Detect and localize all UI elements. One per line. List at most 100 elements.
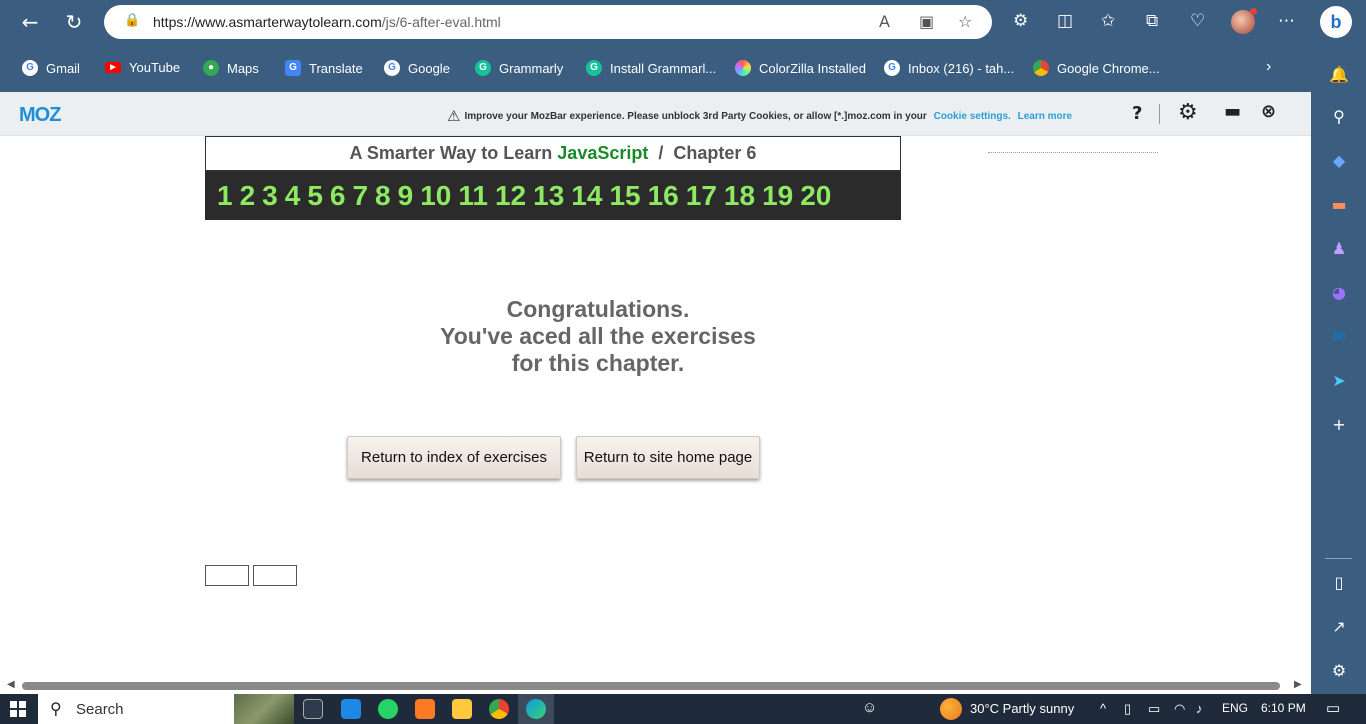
scroll-left-icon[interactable]: ◀ [7, 679, 15, 690]
bookmark-google[interactable]: G Google [384, 60, 450, 76]
whatsapp-icon[interactable] [378, 699, 398, 719]
exercise-link-13[interactable]: 13 [533, 180, 564, 212]
file-explorer-icon[interactable] [452, 699, 472, 719]
exercise-link-6[interactable]: 6 [330, 180, 346, 212]
google-icon: G [22, 60, 38, 76]
profile-avatar[interactable] [1231, 8, 1257, 34]
open-external-icon[interactable]: ↗ [1328, 616, 1350, 638]
weather-icon[interactable] [940, 698, 962, 720]
extensions-icon[interactable]: ⚙ [1013, 11, 1028, 31]
windows-start-icon[interactable] [10, 701, 26, 717]
performance-icon[interactable]: ♡ [1190, 11, 1205, 31]
clock[interactable]: 6:10 PM [1261, 701, 1306, 715]
warning-icon: ⚠ [447, 107, 461, 125]
tray-chevron-icon[interactable]: ^ [1100, 701, 1106, 716]
small-box-right[interactable] [253, 565, 297, 586]
notification-center-icon[interactable]: ▭ [1326, 699, 1340, 717]
split-screen-icon[interactable]: ◫ [1057, 11, 1073, 31]
exercise-link-9[interactable]: 9 [398, 180, 414, 212]
chrome-icon[interactable] [489, 699, 509, 719]
favorites-icon[interactable]: ✩ [1101, 11, 1115, 31]
cookie-settings-link[interactable]: Cookie settings. [934, 111, 1011, 122]
immersive-reader-icon[interactable]: ▣ [919, 12, 934, 31]
address-bar[interactable]: 🔒 https://www.asmarterwaytolearn.com/js/… [104, 5, 992, 39]
mozbar-divider [1159, 104, 1160, 124]
add-icon[interactable]: + [1328, 414, 1350, 436]
exercise-link-5[interactable]: 5 [307, 180, 323, 212]
tools-icon[interactable]: ▬ [1328, 194, 1350, 216]
exercise-link-14[interactable]: 14 [571, 180, 602, 212]
exercise-link-15[interactable]: 15 [609, 180, 640, 212]
xampp-icon[interactable] [415, 699, 435, 719]
task-view-icon[interactable] [303, 699, 323, 719]
read-aloud-icon[interactable]: A [879, 12, 890, 31]
bookmark-inbox[interactable]: G Inbox (216) - tah... [884, 60, 1014, 76]
exercise-link-7[interactable]: 7 [352, 180, 368, 212]
javascript-link[interactable]: JavaScript [557, 143, 648, 163]
scroll-right-icon[interactable]: ▶ [1294, 679, 1302, 690]
bookmark-translate[interactable]: G Translate [285, 60, 363, 76]
close-icon[interactable]: ⊗ [1261, 101, 1276, 122]
mozbar-settings-icon[interactable]: ⚙ [1178, 100, 1198, 125]
refresh-icon[interactable]: ↻ [60, 8, 88, 36]
return-index-button[interactable]: Return to index of exercises [347, 436, 561, 479]
notification-bell-icon[interactable]: 🔔 [1328, 64, 1350, 86]
more-menu-icon[interactable]: ⋯ [1278, 11, 1295, 31]
taskbar-search[interactable]: ⚲ Search [38, 694, 294, 724]
games-icon[interactable]: ♟ [1328, 238, 1350, 260]
office-icon[interactable]: ◕ [1328, 282, 1350, 304]
exercise-link-12[interactable]: 12 [495, 180, 526, 212]
exercise-link-3[interactable]: 3 [262, 180, 278, 212]
search-icon[interactable]: ⚲ [1328, 106, 1350, 128]
bookmark-maps[interactable]: ● Maps [203, 60, 259, 76]
moz-logo[interactable]: MOZ [19, 104, 61, 127]
collections-icon[interactable]: ⧉ [1146, 11, 1158, 31]
small-box-left[interactable] [205, 565, 249, 586]
scrollbar-thumb[interactable] [22, 682, 1280, 690]
people-icon[interactable]: ☺ [862, 699, 877, 716]
volume-icon[interactable]: ♪ [1196, 701, 1203, 716]
device-icon[interactable]: ▯ [1124, 701, 1131, 717]
exercise-link-17[interactable]: 17 [686, 180, 717, 212]
edge-active-tab[interactable] [518, 694, 554, 724]
exercise-link-18[interactable]: 18 [724, 180, 755, 212]
bookmark-install-grammarly[interactable]: G Install Grammarl... [586, 60, 716, 76]
favorite-star-icon[interactable]: ☆ [958, 12, 972, 31]
lock-icon[interactable]: 🔒 [124, 13, 140, 28]
exercise-link-8[interactable]: 8 [375, 180, 391, 212]
grammarly-icon: G [475, 60, 491, 76]
weather-text[interactable]: 30°C Partly sunny [970, 701, 1074, 716]
horizontal-scrollbar[interactable]: ◀ ▶ [0, 678, 1311, 694]
bookmark-youtube[interactable]: ▶ YouTube [105, 60, 180, 75]
outlook-icon[interactable]: ✉ [1328, 326, 1350, 348]
learn-more-link[interactable]: Learn more [1018, 111, 1072, 122]
exercise-link-4[interactable]: 4 [285, 180, 301, 212]
help-icon[interactable]: ? [1132, 103, 1142, 124]
mail-icon[interactable] [341, 699, 361, 719]
bookmark-colorzilla[interactable]: ColorZilla Installed [735, 60, 866, 76]
wifi-icon[interactable]: ◠ [1174, 701, 1185, 717]
chevron-right-icon[interactable]: › [1266, 58, 1271, 76]
exercise-link-10[interactable]: 10 [420, 180, 451, 212]
exercise-link-16[interactable]: 16 [648, 180, 679, 212]
sidebar-layout-icon[interactable]: ▯ [1328, 572, 1350, 594]
return-home-button[interactable]: Return to site home page [576, 436, 760, 479]
drop-icon[interactable]: ➤ [1328, 370, 1350, 392]
url-text[interactable]: https://www.asmarterwaytolearn.com/js/6-… [153, 14, 501, 30]
exercise-link-1[interactable]: 1 [217, 180, 233, 212]
google-icon: G [384, 60, 400, 76]
bookmark-gmail[interactable]: G Gmail [22, 60, 80, 76]
exercise-link-20[interactable]: 20 [800, 180, 831, 212]
shopping-tag-icon[interactable]: ◆ [1328, 150, 1350, 172]
exercise-link-2[interactable]: 2 [240, 180, 256, 212]
battery-icon[interactable]: ▭ [1148, 701, 1160, 717]
exercise-link-11[interactable]: 11 [458, 180, 488, 212]
settings-gear-icon[interactable]: ⚙ [1328, 660, 1350, 682]
bookmark-grammarly[interactable]: G Grammarly [475, 60, 563, 76]
bing-copilot-icon[interactable]: b [1320, 6, 1352, 38]
back-icon[interactable]: ← [16, 8, 44, 36]
minimize-icon[interactable]: ▬ [1224, 101, 1241, 122]
exercise-link-19[interactable]: 19 [762, 180, 793, 212]
language-indicator[interactable]: ENG [1222, 701, 1248, 715]
bookmark-google-chrome[interactable]: Google Chrome... [1033, 60, 1160, 76]
